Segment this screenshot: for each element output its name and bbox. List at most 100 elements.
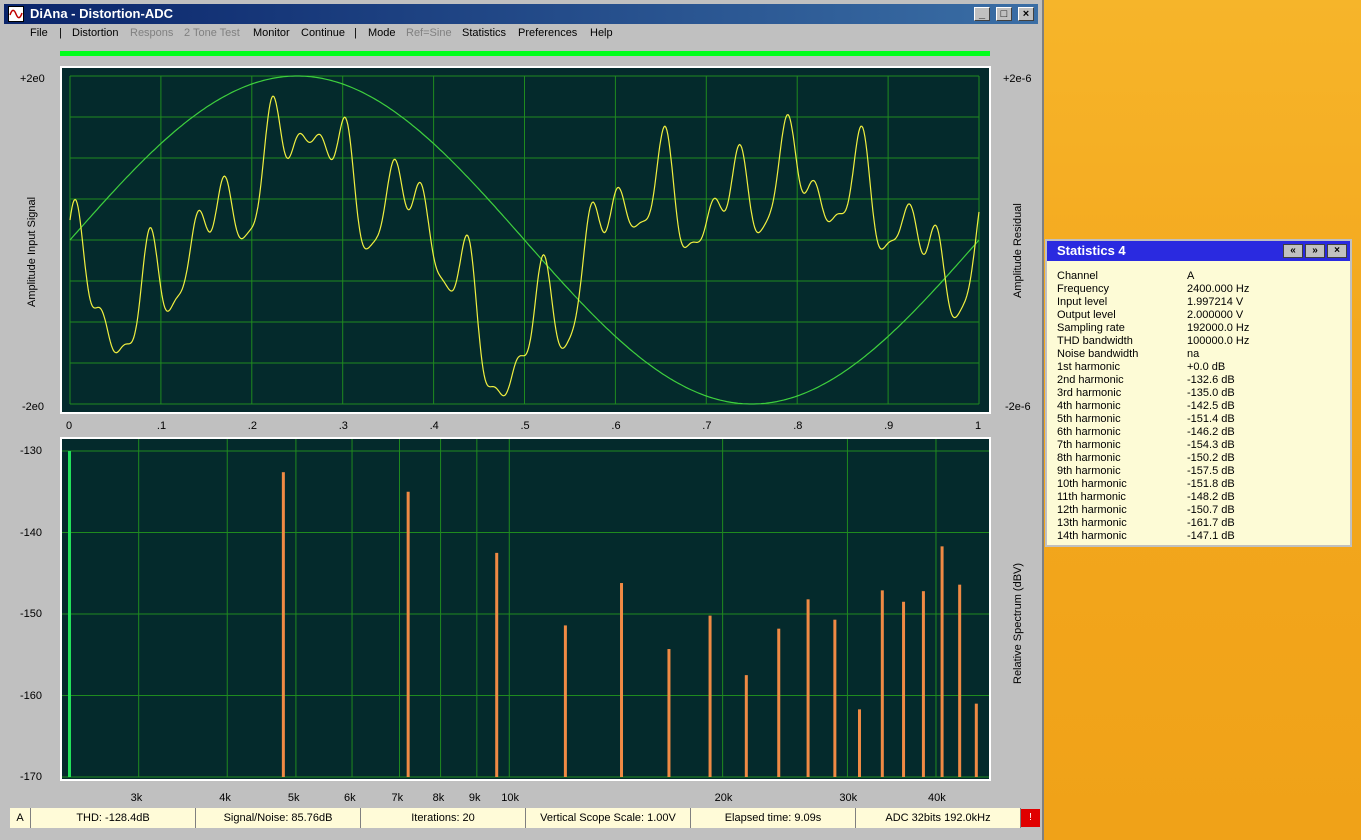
status-bar: A THD: -128.4dB Signal/Noise: 85.76dB It… xyxy=(10,808,1040,828)
title-bar[interactable]: DiAna - Distortion-ADC _ □ × xyxy=(4,4,1038,24)
statistics-row-value: -142.5 dB xyxy=(1187,400,1235,412)
diana-main-window: DiAna - Distortion-ADC _ □ × File | Dist… xyxy=(0,0,1044,840)
level-indicator-bar xyxy=(60,51,990,56)
statistics-row-value: -151.4 dB xyxy=(1187,413,1235,425)
statistics-prev-button[interactable]: « xyxy=(1283,244,1303,258)
statistics-row-label: Noise bandwidth xyxy=(1057,348,1139,360)
spectrum-harmonic-bar xyxy=(620,583,624,777)
scope-x-tick-label: .5 xyxy=(520,420,530,432)
spectrum-harmonic-bar xyxy=(495,552,499,777)
scope-plot[interactable] xyxy=(60,66,991,414)
statistics-row-label: 13th harmonic xyxy=(1057,517,1127,529)
statistics-title: Statistics 4 xyxy=(1057,243,1126,258)
spectrum-harmonic-bar xyxy=(777,628,781,777)
menu-2-tone-test[interactable]: 2 Tone Test xyxy=(184,27,240,39)
spectrum-harmonic-bar xyxy=(708,615,712,777)
spectrum-harmonic-bar xyxy=(940,546,944,777)
statistics-row-value: A xyxy=(1187,270,1195,282)
menu-file[interactable]: File xyxy=(30,27,48,39)
statistics-row-value: -135.0 dB xyxy=(1187,387,1235,399)
statistics-row-label: 5th harmonic xyxy=(1057,413,1121,425)
statistics-row-label: 9th harmonic xyxy=(1057,465,1121,477)
statistics-row-label: 7th harmonic xyxy=(1057,439,1121,451)
statistics-window: Statistics 4 « » × Channel A Frequency 2400… xyxy=(1045,239,1352,547)
status-elapsed-time: Elapsed time: 9.09s xyxy=(691,808,856,828)
statistics-row-label: Channel xyxy=(1057,270,1098,282)
close-button[interactable]: × xyxy=(1018,7,1034,21)
scope-x-tick-label: 0 xyxy=(66,420,73,432)
menu-ref-sine[interactable]: Ref=Sine xyxy=(406,27,452,39)
statistics-title-bar[interactable]: Statistics 4 « » × xyxy=(1047,241,1350,261)
scope-right-top-label: +2e-6 xyxy=(1003,73,1032,85)
spectrum-harmonic-bar xyxy=(880,590,884,777)
statistics-row-label: 3rd harmonic xyxy=(1057,387,1122,399)
spectrum-x-tick-label: 6k xyxy=(344,792,356,804)
menu-statistics[interactable]: Statistics xyxy=(462,27,506,39)
statistics-row-value: -154.3 dB xyxy=(1187,439,1235,451)
scope-left-top-label: +2e0 xyxy=(20,73,45,85)
statistics-row-value: 2400.000 Hz xyxy=(1187,283,1250,295)
scope-x-tick-label: .1 xyxy=(156,420,167,432)
scope-x-tick-label: .2 xyxy=(247,420,257,432)
statistics-row-label: 11th harmonic xyxy=(1057,491,1126,503)
spectrum-harmonic-bar xyxy=(563,625,567,777)
app-icon xyxy=(8,6,24,22)
spectrum-x-tick-label: 8k xyxy=(432,792,445,804)
scope-right-bottom-label: -2e-6 xyxy=(1005,401,1031,413)
statistics-row-value: na xyxy=(1187,348,1200,360)
spectrum-harmonic-bar xyxy=(281,472,285,777)
statistics-row-label: Input level xyxy=(1057,296,1108,308)
spectrum-x-tick-label: 10k xyxy=(501,792,520,804)
spectrum-harmonic-bar xyxy=(667,649,671,777)
status-alert-indicator[interactable]: ! xyxy=(1021,809,1040,827)
scope-graph xyxy=(69,75,980,405)
statistics-row-label: 14th harmonic xyxy=(1057,530,1127,542)
scope-x-tick-label: 1 xyxy=(975,420,982,432)
spectrum-y-tick-label: -150 xyxy=(20,608,43,620)
status-iterations: Iterations: 20 xyxy=(361,808,526,828)
menu-preferences[interactable]: Preferences xyxy=(518,27,577,39)
spectrum-harmonic-bar xyxy=(902,601,906,777)
minimize-button[interactable]: _ xyxy=(974,7,990,21)
menu-respons[interactable]: Respons xyxy=(130,27,173,39)
menu-continue[interactable]: Continue xyxy=(301,27,345,39)
statistics-row-value: -151.8 dB xyxy=(1187,478,1235,490)
menu-monitor[interactable]: Monitor xyxy=(253,27,290,39)
status-thd: THD: -128.4dB xyxy=(31,808,196,828)
statistics-row-label: Output level xyxy=(1057,309,1116,321)
statistics-row-label: 8th harmonic xyxy=(1057,452,1121,464)
menu-help[interactable]: Help xyxy=(590,27,613,39)
scope-x-tick-label: .3 xyxy=(338,420,348,432)
statistics-row-value: 100000.0 Hz xyxy=(1187,335,1250,347)
statistics-row-label: 4th harmonic xyxy=(1057,400,1121,412)
scope-left-axis-label: Amplitude Input Signal xyxy=(26,196,38,307)
menu-separator: | xyxy=(59,27,62,39)
scope-x-tick-label: .8 xyxy=(793,420,803,432)
status-alert-text: ! xyxy=(1029,812,1032,823)
maximize-button[interactable]: □ xyxy=(996,7,1012,21)
statistics-row-label: 6th harmonic xyxy=(1057,426,1121,438)
status-adc: ADC 32bits 192.0kHz xyxy=(856,808,1021,828)
spectrum-x-tick-label: 30k xyxy=(839,792,858,804)
spectrum-graph xyxy=(62,439,989,778)
menu-bar: File | Distortion Respons 2 Tone Test Mo… xyxy=(4,25,1038,43)
spectrum-fundamental-bar xyxy=(68,451,71,777)
spectrum-plot[interactable] xyxy=(60,437,991,781)
statistics-row-value: -157.5 dB xyxy=(1187,465,1235,477)
statistics-close-button[interactable]: × xyxy=(1327,244,1347,258)
spectrum-harmonic-bar xyxy=(806,599,810,777)
statistics-row-value: -148.2 dB xyxy=(1187,491,1235,503)
spectrum-harmonic-bar xyxy=(974,703,978,777)
scope-x-tick-label: .4 xyxy=(429,420,439,432)
scope-x-tick-label: .6 xyxy=(611,420,621,432)
spectrum-x-tick-label: 3k xyxy=(130,792,143,804)
spectrum-y-tick-label: -140 xyxy=(20,526,43,539)
scope-x-tick-label: .7 xyxy=(702,420,712,432)
scope-left-bottom-label: -2e0 xyxy=(22,401,45,413)
menu-mode[interactable]: Mode xyxy=(368,27,396,39)
spectrum-y-tick-label: -160 xyxy=(20,689,43,702)
menu-distortion[interactable]: Distortion xyxy=(72,27,118,39)
statistics-next-button[interactable]: » xyxy=(1305,244,1325,258)
spectrum-x-tick-label: 20k xyxy=(714,792,733,804)
statistics-row-label: THD bandwidth xyxy=(1057,335,1133,347)
